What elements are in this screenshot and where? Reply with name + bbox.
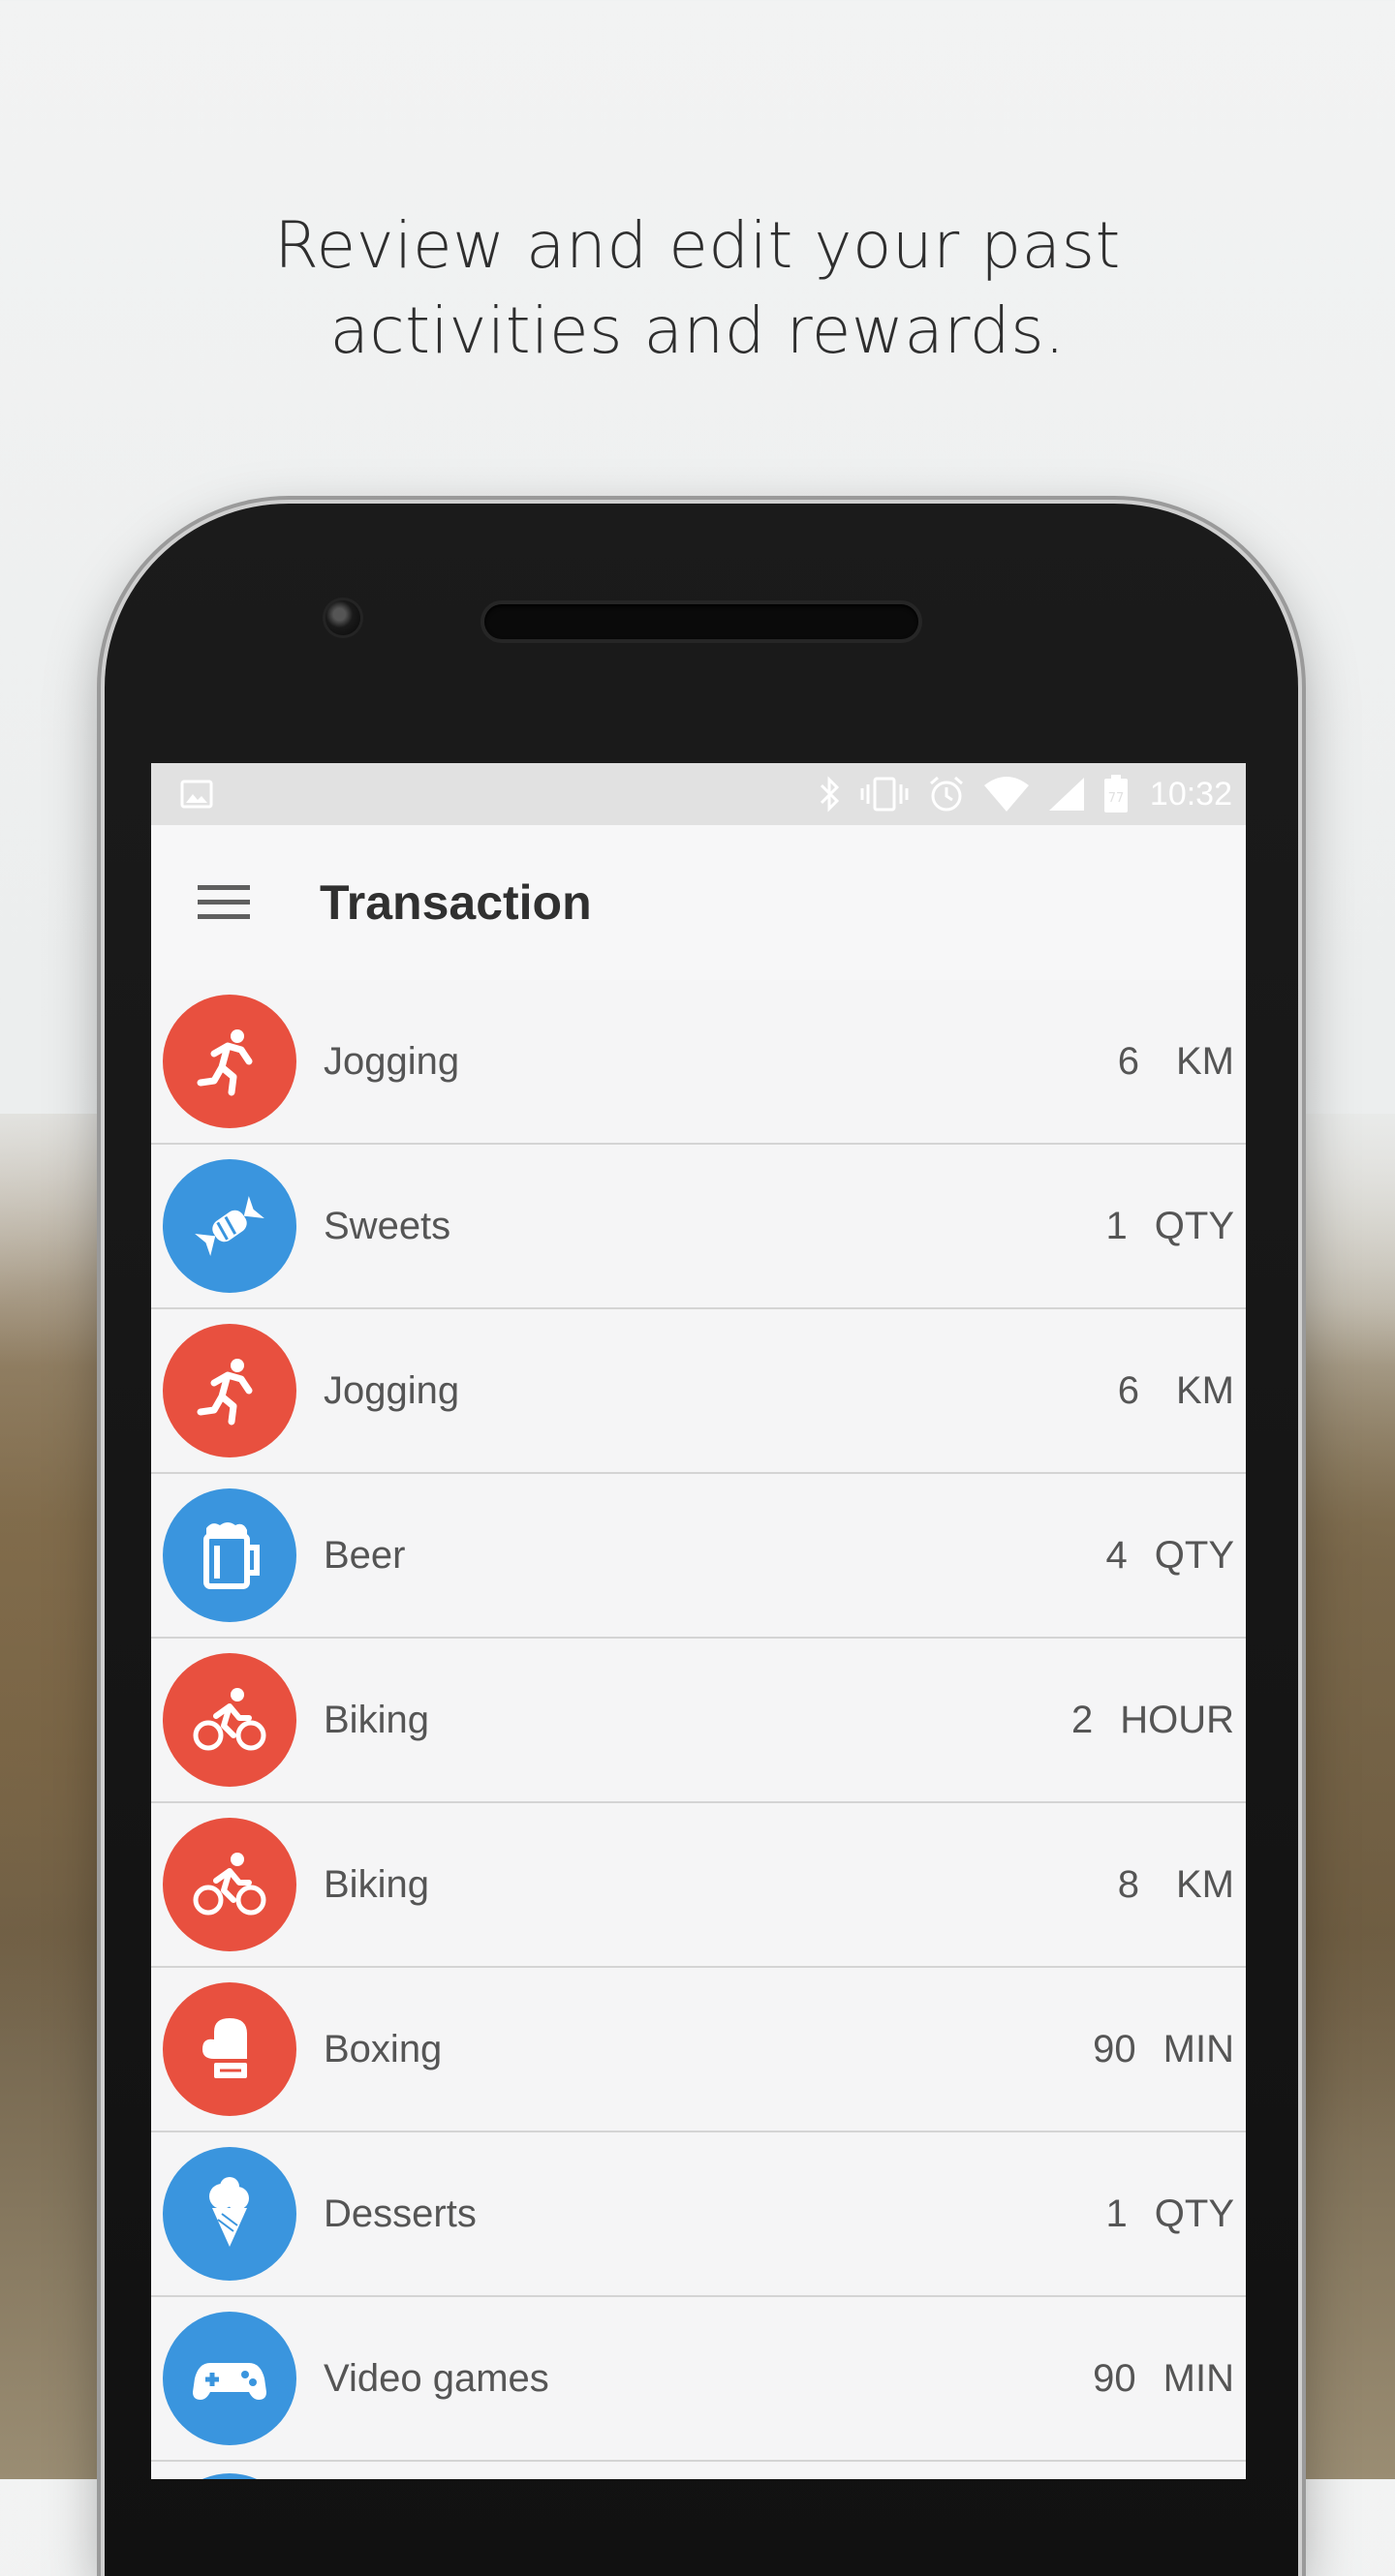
transaction-name: Biking	[324, 1862, 429, 1906]
signal-icon	[1048, 778, 1084, 811]
transaction-qty: 8	[1117, 1862, 1139, 1906]
earpiece-speaker	[484, 604, 918, 639]
boxing-glove-icon	[202, 2018, 247, 2078]
transaction-row[interactable]: Video games 90 MIN	[151, 2297, 1246, 2462]
reward-avatar	[163, 2147, 296, 2281]
promo-headline: Review and edit your past activities and…	[0, 203, 1395, 374]
headline-line-1: Review and edit your past	[274, 208, 1121, 283]
transaction-unit: QTY	[1154, 1204, 1234, 1247]
transaction-name: Boxing	[324, 2027, 443, 2070]
reward-avatar	[163, 1159, 296, 1293]
image-icon	[180, 780, 213, 809]
battery-icon: 77	[1103, 775, 1128, 813]
activity-avatar	[163, 1818, 296, 1951]
headline-line-2: activities and rewards.	[329, 293, 1066, 368]
front-camera	[326, 600, 360, 635]
transaction-unit: KM	[1176, 1862, 1234, 1906]
transaction-unit: QTY	[1154, 1533, 1234, 1577]
transaction-name: Sweets	[324, 1204, 451, 1247]
transaction-row[interactable]: Sweets 1 QTY	[151, 1145, 1246, 1309]
transaction-row[interactable]: Biking 2 HOUR	[151, 1639, 1246, 1803]
reward-avatar	[163, 2473, 296, 2479]
menu-button[interactable]	[161, 854, 287, 951]
ice-cream-icon	[209, 2177, 249, 2247]
page-title: Transaction	[320, 875, 592, 930]
transaction-unit: QTY	[1154, 2192, 1234, 2235]
transaction-qty: 4	[1105, 1533, 1128, 1577]
transaction-row[interactable]: Biking 8 KM	[151, 1803, 1246, 1968]
reward-avatar	[163, 1488, 296, 1622]
transaction-name: Biking	[324, 1698, 429, 1741]
transaction-unit: MIN	[1162, 2356, 1234, 2400]
transaction-name: Video games	[324, 2356, 549, 2400]
status-time: 10:32	[1149, 775, 1232, 813]
transaction-qty: 6	[1117, 1039, 1139, 1083]
gamepad-icon	[193, 2363, 266, 2400]
transaction-name: Jogging	[324, 1368, 460, 1412]
phone-screen: 77 10:32 Transaction Jogging 6 KM Sweets…	[151, 763, 1246, 2479]
app-bar: Transaction	[151, 825, 1246, 980]
vibrate-icon	[860, 777, 909, 812]
transaction-qty: 90	[1093, 2356, 1136, 2400]
transaction-row[interactable]: Boxing 90 MIN	[151, 1968, 1246, 2132]
transaction-name: Beer	[324, 1533, 406, 1577]
wifi-icon	[983, 777, 1029, 812]
activity-avatar	[163, 1982, 296, 2116]
transaction-row-partial[interactable]	[151, 2462, 1246, 2479]
alarm-icon	[929, 776, 963, 812]
activity-avatar	[163, 1324, 296, 1457]
biking-icon	[193, 1853, 266, 1916]
candy-icon	[195, 1196, 264, 1256]
transaction-name: Jogging	[324, 1039, 460, 1083]
transaction-qty: 6	[1117, 1368, 1139, 1412]
status-bar: 77 10:32	[151, 763, 1246, 825]
transaction-row[interactable]: Jogging 6 KM	[151, 1309, 1246, 1474]
running-icon	[197, 1029, 253, 1096]
bluetooth-icon	[820, 776, 840, 813]
transaction-unit: HOUR	[1120, 1698, 1234, 1741]
activity-avatar	[163, 1653, 296, 1787]
transaction-qty: 2	[1070, 1698, 1094, 1741]
transaction-row[interactable]: Jogging 6 KM	[151, 980, 1246, 1145]
transaction-unit: MIN	[1162, 2027, 1234, 2070]
transaction-qty: 90	[1093, 2027, 1136, 2070]
transaction-row[interactable]: Beer 4 QTY	[151, 1474, 1246, 1639]
hamburger-menu-icon	[198, 885, 250, 919]
reward-avatar	[163, 2312, 296, 2445]
beer-mug-icon	[203, 1522, 260, 1589]
transaction-name: Desserts	[324, 2192, 477, 2235]
svg-text:77: 77	[1108, 791, 1125, 806]
transaction-qty: 1	[1105, 2192, 1128, 2235]
biking-icon	[193, 1688, 266, 1751]
activity-avatar	[163, 995, 296, 1128]
transaction-qty: 1	[1105, 1204, 1128, 1247]
running-icon	[197, 1359, 253, 1426]
transaction-unit: KM	[1176, 1368, 1234, 1412]
transaction-row[interactable]: Desserts 1 QTY	[151, 2132, 1246, 2297]
transaction-list: Jogging 6 KM Sweets 1 QTY Jogging 6 KM B…	[151, 980, 1246, 2479]
transaction-unit: KM	[1176, 1039, 1234, 1083]
